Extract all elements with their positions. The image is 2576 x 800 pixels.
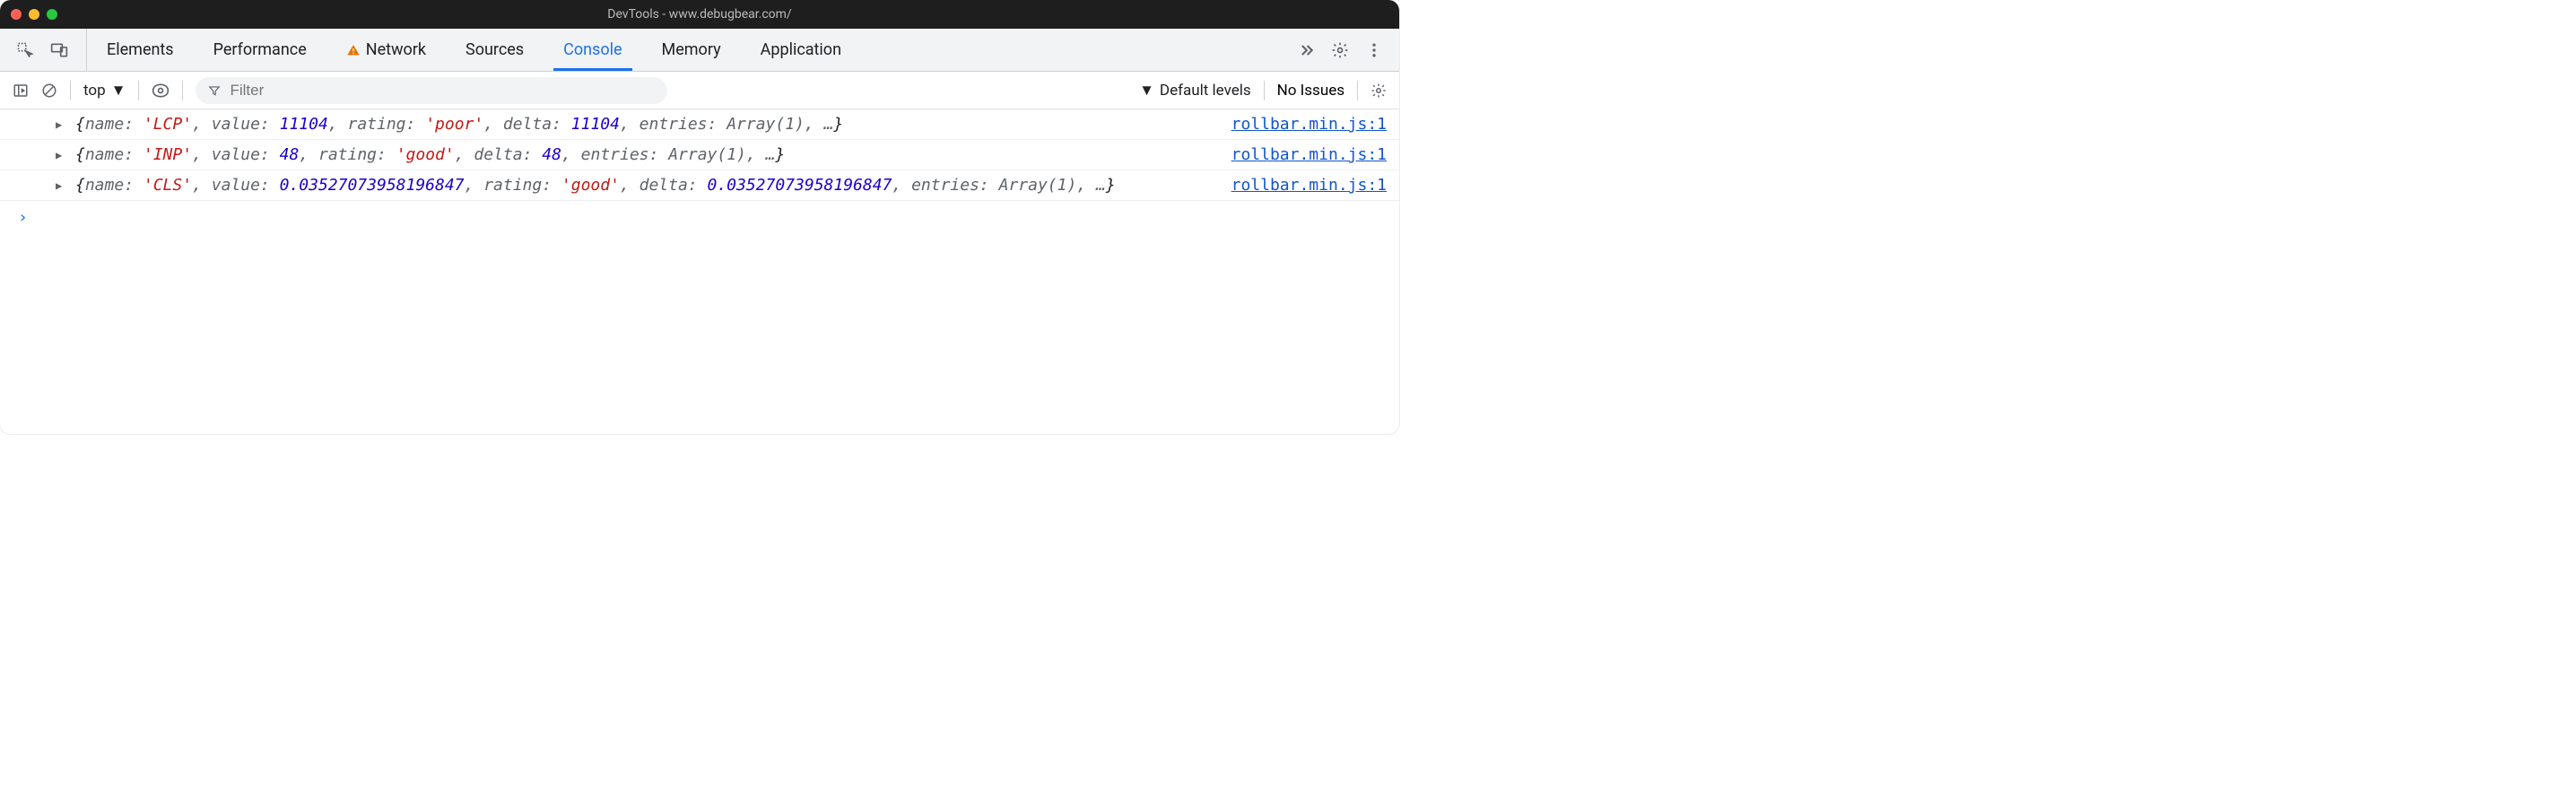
console-settings-icon[interactable] [1371, 83, 1387, 99]
minimize-window-button[interactable] [29, 9, 39, 20]
log-source-link[interactable]: rollbar.min.js:1 [1231, 145, 1387, 164]
panel-tabs: Elements Performance Network Sources Console… [87, 29, 1281, 71]
clear-console-icon[interactable] [41, 83, 57, 99]
divider [70, 81, 71, 100]
tab-label: Application [761, 40, 841, 59]
tab-network[interactable]: Network [326, 29, 446, 71]
log-content: {name: 'INP', value: 48, rating: 'good',… [54, 145, 1214, 164]
filter-icon [208, 84, 221, 97]
console-toolbar: top ▼ ▼ Default levels No Issues [0, 72, 1399, 109]
filter-input[interactable] [230, 82, 655, 100]
log-source-link[interactable]: rollbar.min.js:1 [1231, 176, 1387, 195]
tab-label: Performance [213, 40, 307, 59]
expand-arrow-icon[interactable]: ▶ [56, 118, 62, 131]
tab-application[interactable]: Application [741, 29, 861, 71]
tab-label: Network [366, 40, 426, 59]
context-label: top [83, 82, 106, 100]
sidebar-toggle-icon[interactable] [13, 83, 29, 99]
more-tabs-icon[interactable] [1297, 41, 1315, 59]
maximize-window-button[interactable] [47, 9, 57, 20]
window-title: DevTools - www.debugbear.com/ [607, 7, 791, 22]
tab-label: Elements [107, 40, 174, 59]
warning-icon [346, 43, 361, 57]
expand-arrow-icon[interactable]: ▶ [56, 179, 62, 192]
chevron-down-icon: ▼ [1139, 82, 1154, 100]
expand-arrow-icon[interactable]: ▶ [56, 149, 62, 161]
log-content: rollbar.min.js:1{name: 'CLS', value: 0.0… [54, 176, 1387, 195]
log-content: {name: 'LCP', value: 11104, rating: 'poo… [54, 115, 1214, 134]
tab-label: Memory [662, 40, 721, 59]
tab-elements[interactable]: Elements [87, 29, 194, 71]
tab-label: Console [563, 40, 622, 59]
divider [1264, 81, 1265, 100]
close-window-button[interactable] [11, 9, 22, 20]
levels-label: Default levels [1160, 82, 1251, 100]
tab-console[interactable]: Console [544, 29, 641, 71]
context-selector[interactable]: top ▼ [83, 82, 126, 100]
log-row[interactable]: ▶{name: 'INP', value: 48, rating: 'good'… [0, 140, 1399, 170]
log-levels-selector[interactable]: ▼ Default levels [1139, 82, 1251, 100]
tabbar: Elements Performance Network Sources Console… [0, 29, 1399, 72]
live-expression-icon[interactable] [152, 82, 170, 100]
tab-label: Sources [466, 40, 524, 59]
console-messages: ▶{name: 'LCP', value: 11104, rating: 'po… [0, 109, 1399, 201]
divider [138, 81, 139, 100]
divider [182, 81, 183, 100]
settings-icon[interactable] [1331, 41, 1349, 59]
chevron-down-icon: ▼ [111, 82, 126, 100]
log-row[interactable]: ▶{name: 'LCP', value: 11104, rating: 'po… [0, 109, 1399, 140]
issues-label[interactable]: No Issues [1277, 82, 1345, 100]
kebab-menu-icon[interactable] [1365, 41, 1383, 59]
titlebar[interactable]: DevTools - www.debugbear.com/ [0, 0, 1399, 29]
inspect-element-icon[interactable] [16, 41, 34, 59]
console-prompt[interactable]: › [0, 201, 1399, 234]
tab-performance[interactable]: Performance [194, 29, 326, 71]
traffic-lights [11, 9, 57, 20]
tab-memory[interactable]: Memory [642, 29, 741, 71]
device-toggle-icon[interactable] [50, 41, 68, 59]
filter-box[interactable] [196, 77, 667, 104]
log-row[interactable]: ▶rollbar.min.js:1{name: 'CLS', value: 0.… [0, 170, 1399, 201]
tab-sources[interactable]: Sources [446, 29, 544, 71]
log-source-link[interactable]: rollbar.min.js:1 [1231, 115, 1387, 134]
divider [1357, 81, 1358, 100]
